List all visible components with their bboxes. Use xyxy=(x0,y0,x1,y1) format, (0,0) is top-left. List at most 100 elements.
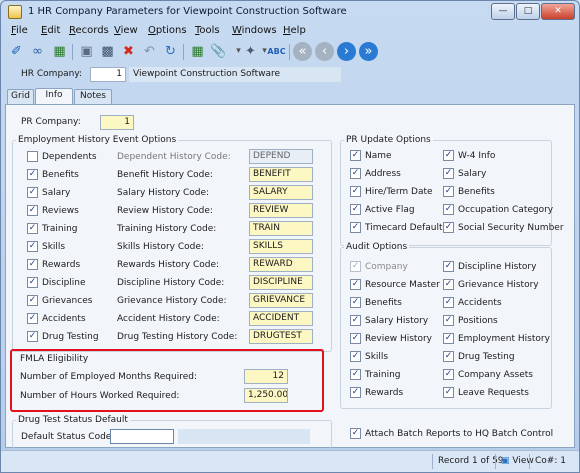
rewards-code-input[interactable]: REWARD xyxy=(249,257,313,272)
benefits-code-input[interactable]: BENEFIT xyxy=(249,167,313,182)
training-code-input[interactable]: TRAIN xyxy=(249,221,313,236)
tab-info[interactable]: Info xyxy=(35,88,73,105)
drug-testing-checkbox[interactable]: ✓ xyxy=(27,331,38,342)
audit-positions-checkbox[interactable]: ✓ xyxy=(443,315,454,326)
audit-drug-testing-checkbox[interactable]: ✓ xyxy=(443,351,454,362)
close-button[interactable]: ✕ xyxy=(541,3,575,20)
audit-employment-history-checkbox[interactable]: ✓ xyxy=(443,333,454,344)
grievances-code-input[interactable]: GRIEVANCE xyxy=(249,293,313,308)
new-record-icon[interactable]: ✐ xyxy=(7,42,26,61)
lookup-icon[interactable]: ▦ xyxy=(50,42,69,61)
window-title: 1 HR Company Parameters for Viewpoint Co… xyxy=(28,6,347,17)
audit-company-checkbox[interactable]: ✓ xyxy=(350,261,361,272)
pr-update-timecard-defaults-checkbox[interactable]: ✓ xyxy=(350,222,361,233)
company-name: Viewpoint Construction Software xyxy=(133,69,281,79)
refresh-icon[interactable]: ↻ xyxy=(161,42,180,61)
audit-accidents-checkbox[interactable]: ✓ xyxy=(443,297,454,308)
menu-item-records[interactable]: Records xyxy=(69,25,109,36)
audit-rewards-checkbox[interactable]: ✓ xyxy=(350,387,361,398)
employment-history-title: Employment History Event Options xyxy=(16,135,179,145)
rewards-checkbox[interactable]: ✓ xyxy=(27,259,38,270)
audit-salary-history-checkbox[interactable]: ✓ xyxy=(350,315,361,326)
pr-update-occupation-category-checkbox[interactable]: ✓ xyxy=(443,204,454,215)
dependents-checkbox[interactable] xyxy=(27,151,38,162)
minimize-button[interactable]: — xyxy=(491,3,515,20)
audit-review-history-checkbox[interactable]: ✓ xyxy=(350,333,361,344)
find-icon[interactable]: ∞ xyxy=(28,42,47,61)
delete-icon[interactable]: ✖ xyxy=(119,42,138,61)
first-record-icon[interactable]: « xyxy=(293,42,312,61)
grid-icon[interactable]: ▦ xyxy=(188,42,207,61)
menu-item-options[interactable]: Options xyxy=(148,25,187,36)
audit-company-assets-checkbox[interactable]: ✓ xyxy=(443,369,454,380)
last-record-icon[interactable]: » xyxy=(359,42,378,61)
accidents-code-input[interactable]: ACCIDENT xyxy=(249,311,313,326)
default-status-input[interactable] xyxy=(110,429,174,444)
pr-update-address-checkbox[interactable]: ✓ xyxy=(350,168,361,179)
audit-training-checkbox[interactable]: ✓ xyxy=(350,369,361,380)
hr-company-label: HR Company: xyxy=(21,69,83,79)
salary-checkbox[interactable]: ✓ xyxy=(27,187,38,198)
drug-testing-label: Drug Testing xyxy=(42,332,99,342)
menu-item-tools[interactable]: Tools xyxy=(195,25,220,36)
audit-grievance-history-checkbox[interactable]: ✓ xyxy=(443,279,454,290)
reviews-checkbox[interactable]: ✓ xyxy=(27,205,38,216)
audit-skills-checkbox[interactable]: ✓ xyxy=(350,351,361,362)
audit-resource-master-checkbox[interactable]: ✓ xyxy=(350,279,361,290)
document-icon[interactable]: ▣ xyxy=(77,42,96,61)
pr-update-name-checkbox[interactable]: ✓ xyxy=(350,150,361,161)
fmla-hours-label: Number of Hours Worked Required: xyxy=(20,391,180,401)
employment-history-group: Employment History Event Options Depende… xyxy=(12,135,332,352)
pr-update-w-4-info-checkbox[interactable]: ✓ xyxy=(443,150,454,161)
view-indicator[interactable]: ▣ View xyxy=(495,454,534,469)
hr-company-input[interactable]: 1 xyxy=(90,67,126,82)
menu-item-help[interactable]: Help xyxy=(283,25,306,36)
reviews-code-input[interactable]: REVIEW xyxy=(249,203,313,218)
menu-item-windows[interactable]: Windows xyxy=(232,25,277,36)
training-checkbox[interactable]: ✓ xyxy=(27,223,38,234)
next-record-icon[interactable]: › xyxy=(337,42,356,61)
discipline-code-input[interactable]: DISCIPLINE xyxy=(249,275,313,290)
spellcheck-icon[interactable]: ABC xyxy=(267,42,286,61)
salary-code-input[interactable]: SALARY xyxy=(249,185,313,200)
drug-testing-code-input[interactable]: DRUGTEST xyxy=(249,329,313,344)
pr-update-active-flag-label: Active Flag xyxy=(365,205,415,215)
audit-benefits-checkbox[interactable]: ✓ xyxy=(350,297,361,308)
benefits-checkbox[interactable]: ✓ xyxy=(27,169,38,180)
pr-update-benefits-checkbox[interactable]: ✓ xyxy=(443,186,454,197)
skills-checkbox[interactable]: ✓ xyxy=(27,241,38,252)
skills-code-input[interactable]: SKILLS xyxy=(249,239,313,254)
pr-company-input[interactable]: 1 xyxy=(100,115,134,130)
toolbar: ✐ ∞ ▦ ▣ ▩ ✖ ↶ ↻ ▦ 📎 ▾ ✦ ▾ ABC « ‹ › » xyxy=(5,41,575,63)
menu-item-edit[interactable]: Edit xyxy=(41,25,60,36)
tab-notes[interactable]: Notes xyxy=(74,89,112,104)
audit-company-label: Company xyxy=(365,262,408,272)
dependents-code-input[interactable]: DEPEND xyxy=(249,149,313,164)
maximize-button[interactable]: □ xyxy=(516,3,540,20)
audit-discipline-history-checkbox[interactable]: ✓ xyxy=(443,261,454,272)
title-bar[interactable]: 1 HR Company Parameters for Viewpoint Co… xyxy=(1,1,579,23)
undo-icon[interactable]: ↶ xyxy=(140,42,159,61)
grievances-checkbox[interactable]: ✓ xyxy=(27,295,38,306)
pr-update-salary-checkbox[interactable]: ✓ xyxy=(443,168,454,179)
audit-leave-requests-label: Leave Requests xyxy=(458,388,529,398)
pr-update-social-security-number-checkbox[interactable]: ✓ xyxy=(443,222,454,233)
attachment-icon[interactable]: 📎 xyxy=(209,42,228,61)
previous-record-icon[interactable]: ‹ xyxy=(315,42,334,61)
fmla-hours-input[interactable]: 1,250.00 xyxy=(244,388,288,403)
record-counter: Record 1 of 59 xyxy=(432,454,504,469)
save-icon[interactable]: ▩ xyxy=(98,42,117,61)
pr-update-hire-term-date-checkbox[interactable]: ✓ xyxy=(350,186,361,197)
attach-batch-checkbox[interactable]: ✓ xyxy=(350,428,361,439)
accidents-checkbox[interactable]: ✓ xyxy=(27,313,38,324)
discipline-checkbox[interactable]: ✓ xyxy=(27,277,38,288)
fmla-months-input[interactable]: 12 xyxy=(244,369,288,384)
pr-update-active-flag-checkbox[interactable]: ✓ xyxy=(350,204,361,215)
menu-item-file[interactable]: File xyxy=(11,25,28,36)
audit-leave-requests-checkbox[interactable]: ✓ xyxy=(443,387,454,398)
tab-grid[interactable]: Grid xyxy=(7,89,34,104)
menu-item-view[interactable]: View xyxy=(114,25,138,36)
training-label: Training xyxy=(42,224,78,234)
pr-update-address-label: Address xyxy=(365,169,401,179)
audit-discipline-history-label: Discipline History xyxy=(458,262,537,272)
